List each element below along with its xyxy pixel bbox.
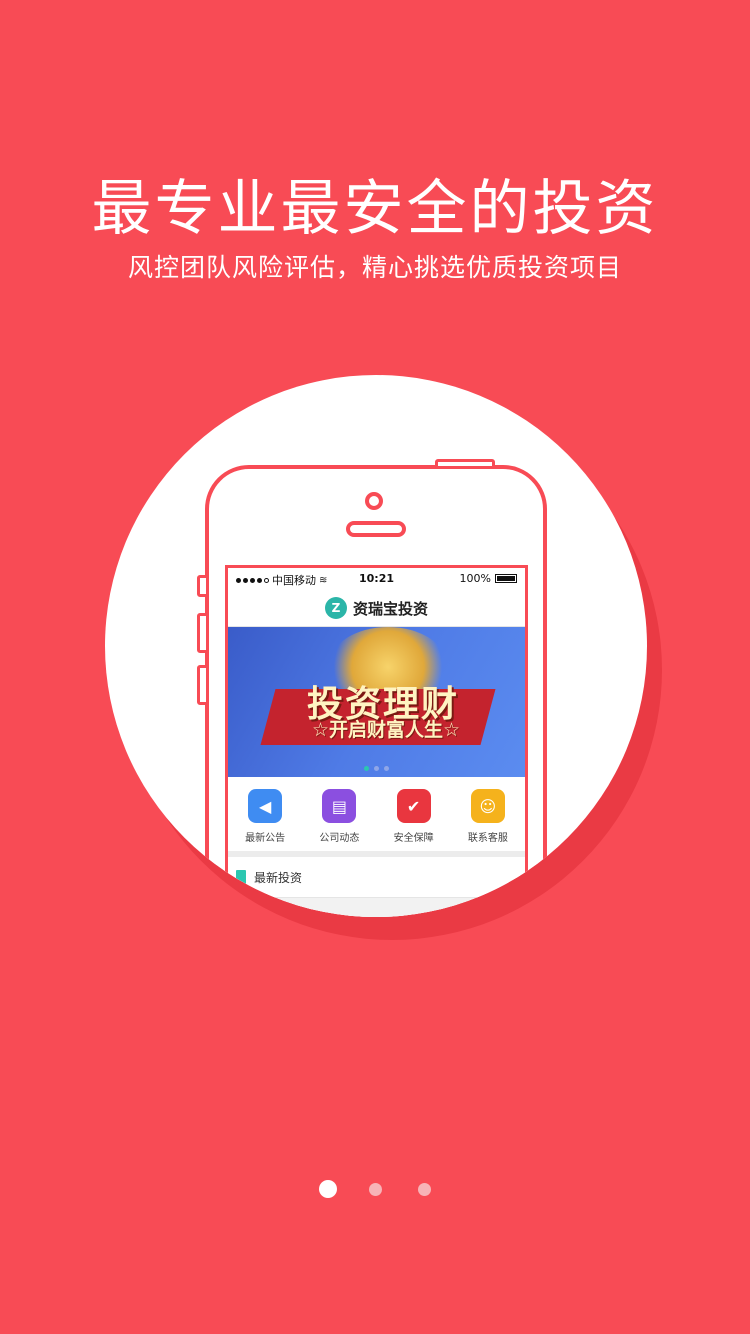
news-icon: ▤ — [322, 789, 357, 823]
quick-nav-announcements[interactable]: ◀ 最新公告 — [230, 789, 300, 844]
phone-camera — [365, 492, 383, 510]
banner-pager — [228, 766, 525, 771]
phone-side-button — [197, 575, 209, 597]
latest-investments-header[interactable]: 最新投资 — [228, 857, 525, 898]
promo-banner[interactable]: 投资理财 ☆开启财富人生☆ — [228, 627, 525, 777]
shield-icon: ✔ — [396, 789, 431, 823]
quick-nav: ◀ 最新公告 ▤ 公司动态 ✔ 安全保障 ☺ 联系客服 — [228, 777, 525, 857]
quick-nav-label: 最新公告 — [245, 833, 286, 844]
battery-icon — [495, 574, 517, 583]
app-title: 资瑞宝投资 — [352, 599, 428, 618]
pager-dot[interactable] — [418, 1182, 431, 1196]
onboarding-pager — [0, 1180, 750, 1198]
quick-nav-company-news[interactable]: ▤ 公司动态 — [304, 789, 374, 844]
phone-side-button — [197, 613, 209, 653]
quick-nav-label: 联系客服 — [467, 833, 508, 844]
phone-speaker — [346, 521, 406, 537]
headline: 最专业最安全的投资 — [91, 174, 659, 244]
banner-dot[interactable] — [384, 766, 389, 771]
banner-dot[interactable] — [364, 766, 369, 771]
app-header: Z 资瑞宝投资 — [228, 590, 525, 627]
latest-investments-label: 最新投资 — [254, 870, 303, 885]
status-bar: 中国移动 ≋ 10:21 100% — [228, 568, 525, 590]
phone-top-button — [435, 459, 495, 469]
pager-dot-active[interactable] — [319, 1180, 337, 1198]
subline: 风控团队风险评估，精心挑选优质投资项目 — [127, 253, 622, 282]
phone-screen: 中国移动 ≋ 10:21 100% Z 资瑞宝投资 投资理财 ☆开启财富人生☆ — [225, 565, 528, 917]
list-icon — [236, 870, 246, 884]
quick-nav-label: 公司动态 — [319, 833, 360, 844]
headset-icon: ☺ — [470, 789, 505, 823]
banner-dot[interactable] — [374, 766, 379, 771]
phone-illustration-circle: 中国移动 ≋ 10:21 100% Z 资瑞宝投资 投资理财 ☆开启财富人生☆ — [105, 375, 647, 917]
megaphone-icon: ◀ — [248, 789, 283, 823]
quick-nav-label: 安全保障 — [393, 833, 434, 844]
pager-dot[interactable] — [369, 1182, 382, 1196]
app-logo-icon: Z — [324, 597, 347, 619]
battery-percent: 100% — [459, 572, 491, 585]
status-right: 100% — [460, 572, 517, 585]
banner-subheadline: ☆开启财富人生☆ — [311, 719, 461, 741]
phone-side-button — [197, 665, 209, 705]
quick-nav-security[interactable]: ✔ 安全保障 — [379, 789, 449, 844]
quick-nav-support[interactable]: ☺ 联系客服 — [453, 789, 523, 844]
